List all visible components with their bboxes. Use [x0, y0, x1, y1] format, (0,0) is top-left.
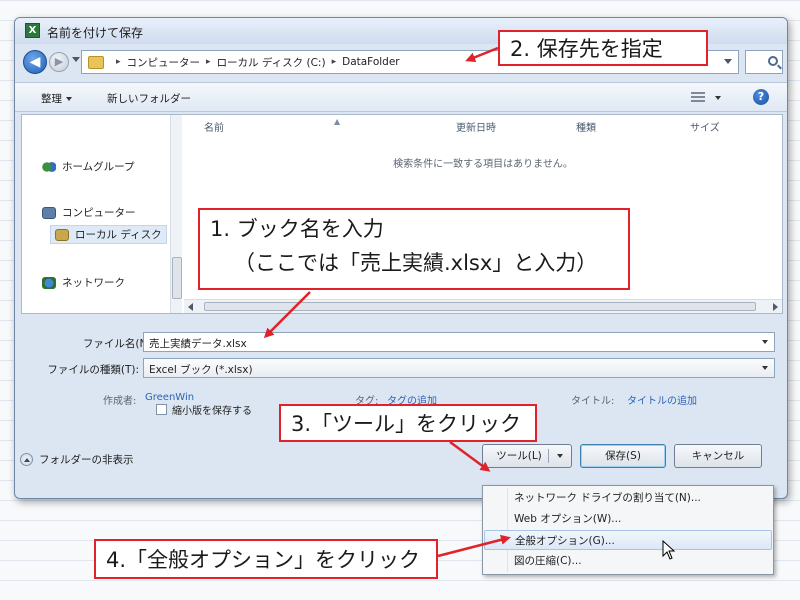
hide-folders-label: フォルダーの非表示	[39, 454, 134, 466]
search-input[interactable]	[745, 50, 783, 74]
filename-value: 売上実績データ.xlsx	[149, 338, 247, 350]
cancel-button[interactable]: キャンセル	[674, 444, 762, 468]
menu-item-compress-pictures[interactable]: 図の圧縮(C)...	[484, 551, 772, 571]
homegroup-icon	[42, 160, 56, 173]
breadcrumb-datafolder[interactable]: DataFolder	[342, 56, 400, 68]
menu-item-general-options[interactable]: 全般オプション(G)...	[484, 530, 772, 550]
breadcrumb-separator-icon: ▸	[206, 57, 211, 67]
nav-item-label: ネットワーク	[62, 277, 125, 289]
callout-step1-line2: （ここでは「売上実績.xlsx」と入力）	[234, 251, 598, 275]
scroll-right-icon[interactable]	[773, 303, 778, 311]
breadcrumb-separator-icon: ▸	[331, 57, 337, 67]
search-icon[interactable]	[768, 56, 778, 66]
chevron-down-icon	[557, 454, 563, 458]
view-options-icon[interactable]	[691, 92, 705, 103]
filename-field[interactable]: 売上実績データ.xlsx	[143, 332, 775, 352]
filetype-label: ファイルの種類(T):	[47, 364, 139, 376]
nav-item-network[interactable]: ネットワーク	[42, 275, 125, 290]
folder-icon	[88, 55, 104, 69]
nav-item-computer[interactable]: コンピューター	[42, 205, 136, 220]
new-folder-button[interactable]: 新しいフォルダー	[107, 91, 191, 106]
save-thumbnail-checkbox[interactable]	[156, 404, 167, 415]
filetype-select[interactable]: Excel ブック (*.xlsx)	[143, 358, 775, 378]
nav-item-label: ローカル ディスク	[75, 229, 162, 241]
tools-label: ツール(L)	[496, 450, 542, 462]
menu-item-map-network-drive[interactable]: ネットワーク ドライブの割り当て(N)...	[484, 488, 772, 508]
breadcrumb-local-disk[interactable]: ローカル ディスク (C:)	[217, 55, 326, 70]
column-header-name[interactable]: 名前	[204, 119, 224, 134]
breadcrumb-computer[interactable]: コンピューター	[127, 55, 201, 70]
organize-button[interactable]: 整理	[41, 91, 72, 106]
excel-app-icon: X	[25, 23, 40, 38]
title-meta-value[interactable]: タイトルの追加	[627, 392, 697, 407]
callout-step1: 1. ブック名を入力 （ここでは「売上実績.xlsx」と入力）	[198, 208, 630, 290]
back-button[interactable]: ◀	[23, 50, 47, 74]
nav-item-homegroup[interactable]: ホームグループ	[42, 159, 135, 174]
dialog-title: 名前を付けて保存	[47, 26, 144, 40]
title-meta-label: タイトル:	[571, 396, 615, 407]
filetype-value: Excel ブック (*.xlsx)	[149, 364, 253, 376]
callout-step4: 4.「全般オプション」をクリック	[94, 539, 438, 579]
save-button[interactable]: 保存(S)	[580, 444, 666, 468]
empty-folder-message: 検索条件に一致する項目はありません。	[393, 159, 573, 170]
chevron-down-icon[interactable]	[762, 366, 768, 370]
sort-indicator-icon: ▲	[334, 117, 341, 126]
navigation-scrollbar[interactable]	[170, 115, 182, 313]
scrollbar-thumb[interactable]	[172, 257, 182, 299]
navigation-pane: ホームグループ コンピューター ローカル ディスク ネットワーク	[22, 115, 182, 313]
callout-step3: 3.「ツール」をクリック	[279, 404, 537, 442]
horizontal-scrollbar[interactable]	[184, 299, 782, 313]
nav-item-label: ホームグループ	[62, 161, 135, 173]
help-icon[interactable]: ?	[753, 89, 769, 105]
scrollbar-thumb[interactable]	[204, 302, 756, 311]
button-divider	[548, 449, 549, 463]
forward-button[interactable]: ▶	[49, 52, 69, 72]
drive-icon	[55, 228, 69, 241]
organize-label: 整理	[41, 93, 62, 105]
hide-folders-button[interactable]: フォルダーの非表示	[20, 452, 134, 467]
collapse-icon	[20, 453, 33, 466]
author-label: 作成者:	[103, 396, 137, 407]
nav-item-label: コンピューター	[62, 207, 136, 219]
path-dropdown-icon[interactable]	[724, 59, 732, 64]
breadcrumb-separator-icon: ▸	[116, 57, 121, 67]
tools-button[interactable]: ツール(L)	[482, 444, 572, 468]
computer-icon	[42, 206, 56, 219]
column-header-type[interactable]: 種類	[576, 119, 596, 134]
chevron-down-icon[interactable]	[715, 96, 721, 100]
column-header-size[interactable]: サイズ	[690, 119, 720, 134]
menu-item-web-options[interactable]: Web オプション(W)...	[484, 509, 772, 529]
callout-step1-line1: 1. ブック名を入力	[210, 217, 384, 241]
scroll-left-icon[interactable]	[188, 303, 193, 311]
chevron-down-icon	[66, 97, 72, 101]
tools-menu: ネットワーク ドライブの割り当て(N)... Web オプション(W)... 全…	[482, 485, 774, 575]
history-dropdown-icon[interactable]	[72, 57, 80, 62]
save-thumbnail-label: 縮小版を保存する	[172, 406, 252, 417]
command-toolbar: 整理 新しいフォルダー ?	[15, 82, 787, 112]
filename-label: ファイル名(N):	[82, 338, 155, 350]
nav-item-local-disk[interactable]: ローカル ディスク	[50, 225, 167, 244]
column-header-date[interactable]: 更新日時	[456, 119, 496, 134]
chevron-down-icon[interactable]	[762, 340, 768, 344]
callout-step2: 2. 保存先を指定	[498, 30, 708, 66]
network-icon	[42, 276, 56, 289]
